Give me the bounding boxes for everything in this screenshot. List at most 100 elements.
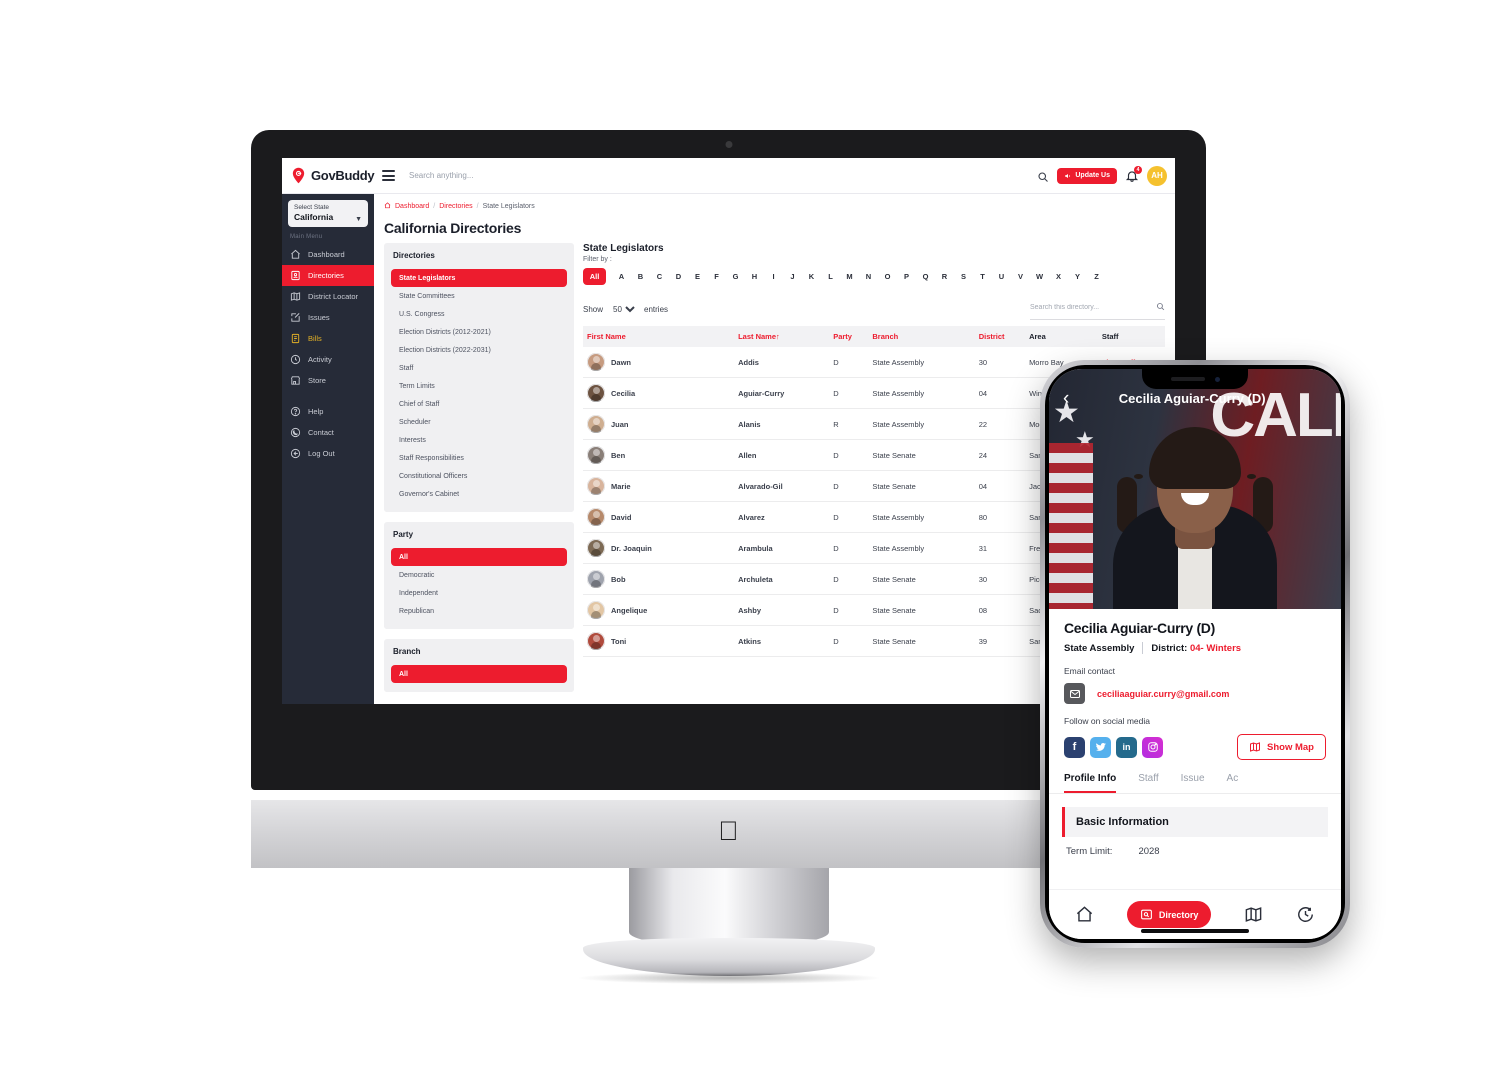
cell-first-name[interactable]: Cecilia (583, 377, 735, 409)
cell-last-name[interactable]: Allen (734, 439, 830, 471)
column-party[interactable]: Party (829, 326, 869, 347)
cell-first-name[interactable]: Bob (583, 563, 735, 595)
bottom-nav-history-icon[interactable] (1296, 905, 1315, 924)
party-item-independent[interactable]: Independent (391, 584, 567, 602)
directory-item-state-legislators[interactable]: State Legislators (391, 269, 567, 287)
alpha-filter-n[interactable]: N (859, 272, 878, 281)
cell-last-name[interactable]: Alanis (734, 408, 830, 440)
cell-last-name[interactable]: Aguiar-Curry (734, 377, 830, 409)
party-item-democratic[interactable]: Democratic (391, 566, 567, 584)
state-selector[interactable]: Select State California ▼ (288, 200, 368, 228)
directory-item-governors-cabinet[interactable]: Governor's Cabinet (391, 485, 567, 503)
directory-search[interactable] (1030, 298, 1165, 320)
party-item-republican[interactable]: Republican (391, 602, 567, 620)
directory-item-scheduler[interactable]: Scheduler (391, 413, 567, 431)
global-search-input[interactable]: Search anything... (403, 171, 1029, 180)
sidebar-item-directories[interactable]: Directories (282, 265, 374, 287)
party-item-all[interactable]: All (391, 548, 567, 566)
update-us-button[interactable]: Update Us (1057, 167, 1117, 184)
twitter-icon[interactable] (1090, 736, 1111, 758)
directory-item-staff[interactable]: Staff (391, 359, 567, 377)
facebook-icon[interactable]: f (1064, 736, 1085, 758)
tab-staff[interactable]: Staff (1138, 773, 1158, 793)
alpha-filter-z[interactable]: Z (1087, 272, 1106, 281)
alpha-filter-x[interactable]: X (1049, 272, 1068, 281)
sidebar-item-help[interactable]: Help (282, 401, 374, 422)
column-last-name[interactable]: Last Name↑ (734, 326, 830, 347)
bottom-nav-home-icon[interactable] (1075, 905, 1094, 924)
directory-item-term-limits[interactable]: Term Limits (391, 377, 567, 395)
cell-last-name[interactable]: Alvarez (734, 501, 830, 533)
cell-first-name[interactable]: Marie (583, 470, 735, 502)
cell-last-name[interactable]: Addis (734, 347, 830, 378)
hamburger-menu-icon[interactable] (382, 170, 395, 181)
sidebar-item-log-out[interactable]: Log Out (282, 443, 374, 464)
branch-item-all[interactable]: All (391, 665, 567, 683)
cell-first-name[interactable]: Ben (583, 439, 735, 471)
email-address-link[interactable]: ceciliaaguiar.curry@gmail.com (1097, 689, 1229, 699)
cell-first-name[interactable]: Toni (583, 625, 735, 657)
alpha-filter-b[interactable]: B (631, 272, 650, 281)
alpha-filter-m[interactable]: M (840, 272, 859, 281)
search-icon[interactable] (1156, 298, 1165, 316)
sidebar-item-district-locator[interactable]: District Locator (282, 286, 374, 307)
cell-last-name[interactable]: Ashby (734, 594, 830, 626)
cell-first-name[interactable]: Dawn (583, 347, 735, 378)
directory-item-staff-responsibilities[interactable]: Staff Responsibilities (391, 449, 567, 467)
brand-logo[interactable]: GovBuddy (282, 158, 375, 193)
instagram-icon[interactable] (1142, 736, 1163, 758)
bottom-nav-directory-button[interactable]: Directory (1126, 901, 1212, 928)
sidebar-item-store[interactable]: Store (282, 370, 374, 391)
cell-first-name[interactable]: Dr. Joaquin (583, 532, 735, 564)
alpha-filter-d[interactable]: D (669, 272, 688, 281)
alpha-filter-y[interactable]: Y (1068, 272, 1087, 281)
cell-last-name[interactable]: Alvarado-Gil (734, 470, 830, 502)
directory-item-chief-of-staff[interactable]: Chief of Staff (391, 395, 567, 413)
column-first-name[interactable]: First Name (583, 326, 735, 347)
show-map-button[interactable]: Show Map (1237, 734, 1326, 760)
alpha-filter-o[interactable]: O (878, 272, 897, 281)
sidebar-item-contact[interactable]: Contact (282, 422, 374, 443)
alpha-filter-a[interactable]: A (612, 272, 631, 281)
directory-item-election-districts-2012[interactable]: Election Districts (2012-2021) (391, 323, 567, 341)
cell-last-name[interactable]: Atkins (734, 625, 830, 657)
alpha-filter-l[interactable]: L (821, 272, 840, 281)
directory-item-constitutional-officers[interactable]: Constitutional Officers (391, 467, 567, 485)
alpha-filter-s[interactable]: S (954, 272, 973, 281)
alpha-filter-f[interactable]: F (707, 272, 726, 281)
sidebar-item-dashboard[interactable]: Dashboard (282, 244, 374, 265)
alpha-filter-g[interactable]: G (726, 272, 745, 281)
directory-search-input[interactable] (1030, 303, 1140, 311)
sidebar-item-bills[interactable]: Bills (282, 328, 374, 349)
alpha-filter-i[interactable]: I (764, 272, 783, 281)
alpha-filter-e[interactable]: E (688, 272, 707, 281)
tab-issue[interactable]: Issue (1181, 773, 1205, 793)
column-area[interactable]: Area (1025, 326, 1098, 347)
alpha-filter-k[interactable]: K (802, 272, 821, 281)
alpha-filter-j[interactable]: J (783, 272, 802, 281)
column-staff[interactable]: Staff (1097, 326, 1165, 347)
user-avatar[interactable]: AH (1147, 165, 1167, 186)
cell-last-name[interactable]: Arambula (734, 532, 830, 564)
linkedin-icon[interactable]: in (1116, 736, 1137, 758)
alpha-filter-t[interactable]: T (973, 272, 992, 281)
cell-first-name[interactable]: David (583, 501, 735, 533)
cell-first-name[interactable]: Juan (583, 408, 735, 440)
breadcrumb-directories[interactable]: Directories (439, 203, 472, 210)
sidebar-item-issues[interactable]: Issues (282, 307, 374, 328)
email-contact-row[interactable]: ceciliaaguiar.curry@gmail.com (1064, 683, 1326, 704)
alpha-filter-w[interactable]: W (1030, 272, 1049, 281)
column-branch[interactable]: Branch (868, 326, 975, 347)
cell-first-name[interactable]: Angelique (583, 594, 735, 626)
alpha-filter-all[interactable]: All (583, 268, 606, 285)
alpha-filter-u[interactable]: U (992, 272, 1011, 281)
directory-item-state-committees[interactable]: State Committees (391, 287, 567, 305)
search-icon[interactable] (1037, 170, 1049, 182)
alpha-filter-h[interactable]: H (745, 272, 764, 281)
sidebar-item-activity[interactable]: Activity (282, 349, 374, 370)
directory-item-election-districts-2022[interactable]: Election Districts (2022-2031) (391, 341, 567, 359)
directory-item-us-congress[interactable]: U.S. Congress (391, 305, 567, 323)
alpha-filter-c[interactable]: C (650, 272, 669, 281)
alpha-filter-p[interactable]: P (897, 272, 916, 281)
bottom-nav-map-icon[interactable] (1244, 905, 1263, 924)
